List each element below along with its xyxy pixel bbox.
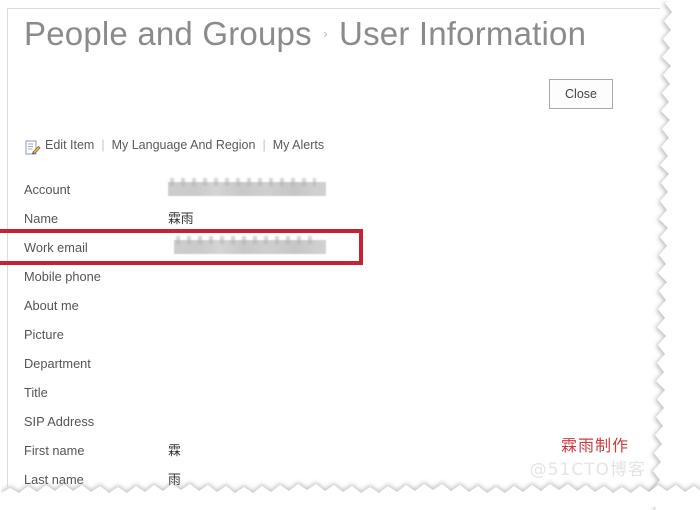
- field-row: Work email: [0, 229, 648, 265]
- close-button[interactable]: Close: [549, 79, 613, 109]
- page-sheet: People and Groups › User Information Clo…: [0, 1, 700, 510]
- toolbar-separator-2: |: [262, 138, 266, 152]
- field-row: Mobile phone: [8, 262, 648, 291]
- field-value: 霖雨: [168, 211, 194, 226]
- breadcrumb: People and Groups › User Information: [24, 15, 586, 53]
- field-row: Department: [8, 349, 648, 378]
- field-row: SIP Address: [8, 407, 648, 436]
- toolbar: Edit Item | My Language And Region | My …: [25, 137, 324, 156]
- breadcrumb-root[interactable]: People and Groups: [24, 15, 312, 52]
- field-row: Name 霖雨: [8, 204, 648, 233]
- field-label: SIP Address: [24, 414, 95, 429]
- field-label: Last name: [24, 472, 84, 487]
- field-label: Department: [24, 356, 91, 371]
- redacted-value: [168, 182, 326, 196]
- page-title: User Information: [339, 15, 587, 52]
- author-watermark: 霖雨制作: [560, 436, 629, 455]
- field-label: About me: [24, 298, 79, 313]
- my-language-and-region-link[interactable]: My Language And Region: [112, 138, 256, 152]
- field-label: First name: [24, 443, 85, 458]
- edit-item-link[interactable]: Edit Item: [45, 138, 94, 152]
- field-label: Title: [24, 385, 48, 400]
- field-label: Account: [24, 182, 71, 197]
- user-information-fields: Account Name 霖雨 Work email Mobile phone About…: [0, 175, 648, 494]
- torn-edge-right: [652, 1, 682, 510]
- edit-item-icon: [25, 140, 41, 156]
- field-label: Picture: [24, 327, 64, 342]
- field-value: 霖: [168, 443, 181, 458]
- my-alerts-link[interactable]: My Alerts: [273, 138, 324, 152]
- field-label: Work email: [24, 240, 88, 255]
- toolbar-separator-1: |: [101, 138, 105, 152]
- field-row: Picture: [8, 320, 648, 349]
- site-watermark: @51CTO博客: [529, 460, 646, 480]
- field-row: About me: [8, 291, 648, 320]
- field-label: Name: [24, 211, 59, 226]
- redacted-value: [174, 240, 326, 254]
- field-value: 雨: [168, 472, 181, 487]
- field-row: Title: [8, 378, 648, 407]
- field-row: Account: [8, 175, 648, 204]
- breadcrumb-separator-icon: ›: [323, 26, 328, 41]
- field-label: Mobile phone: [24, 269, 101, 284]
